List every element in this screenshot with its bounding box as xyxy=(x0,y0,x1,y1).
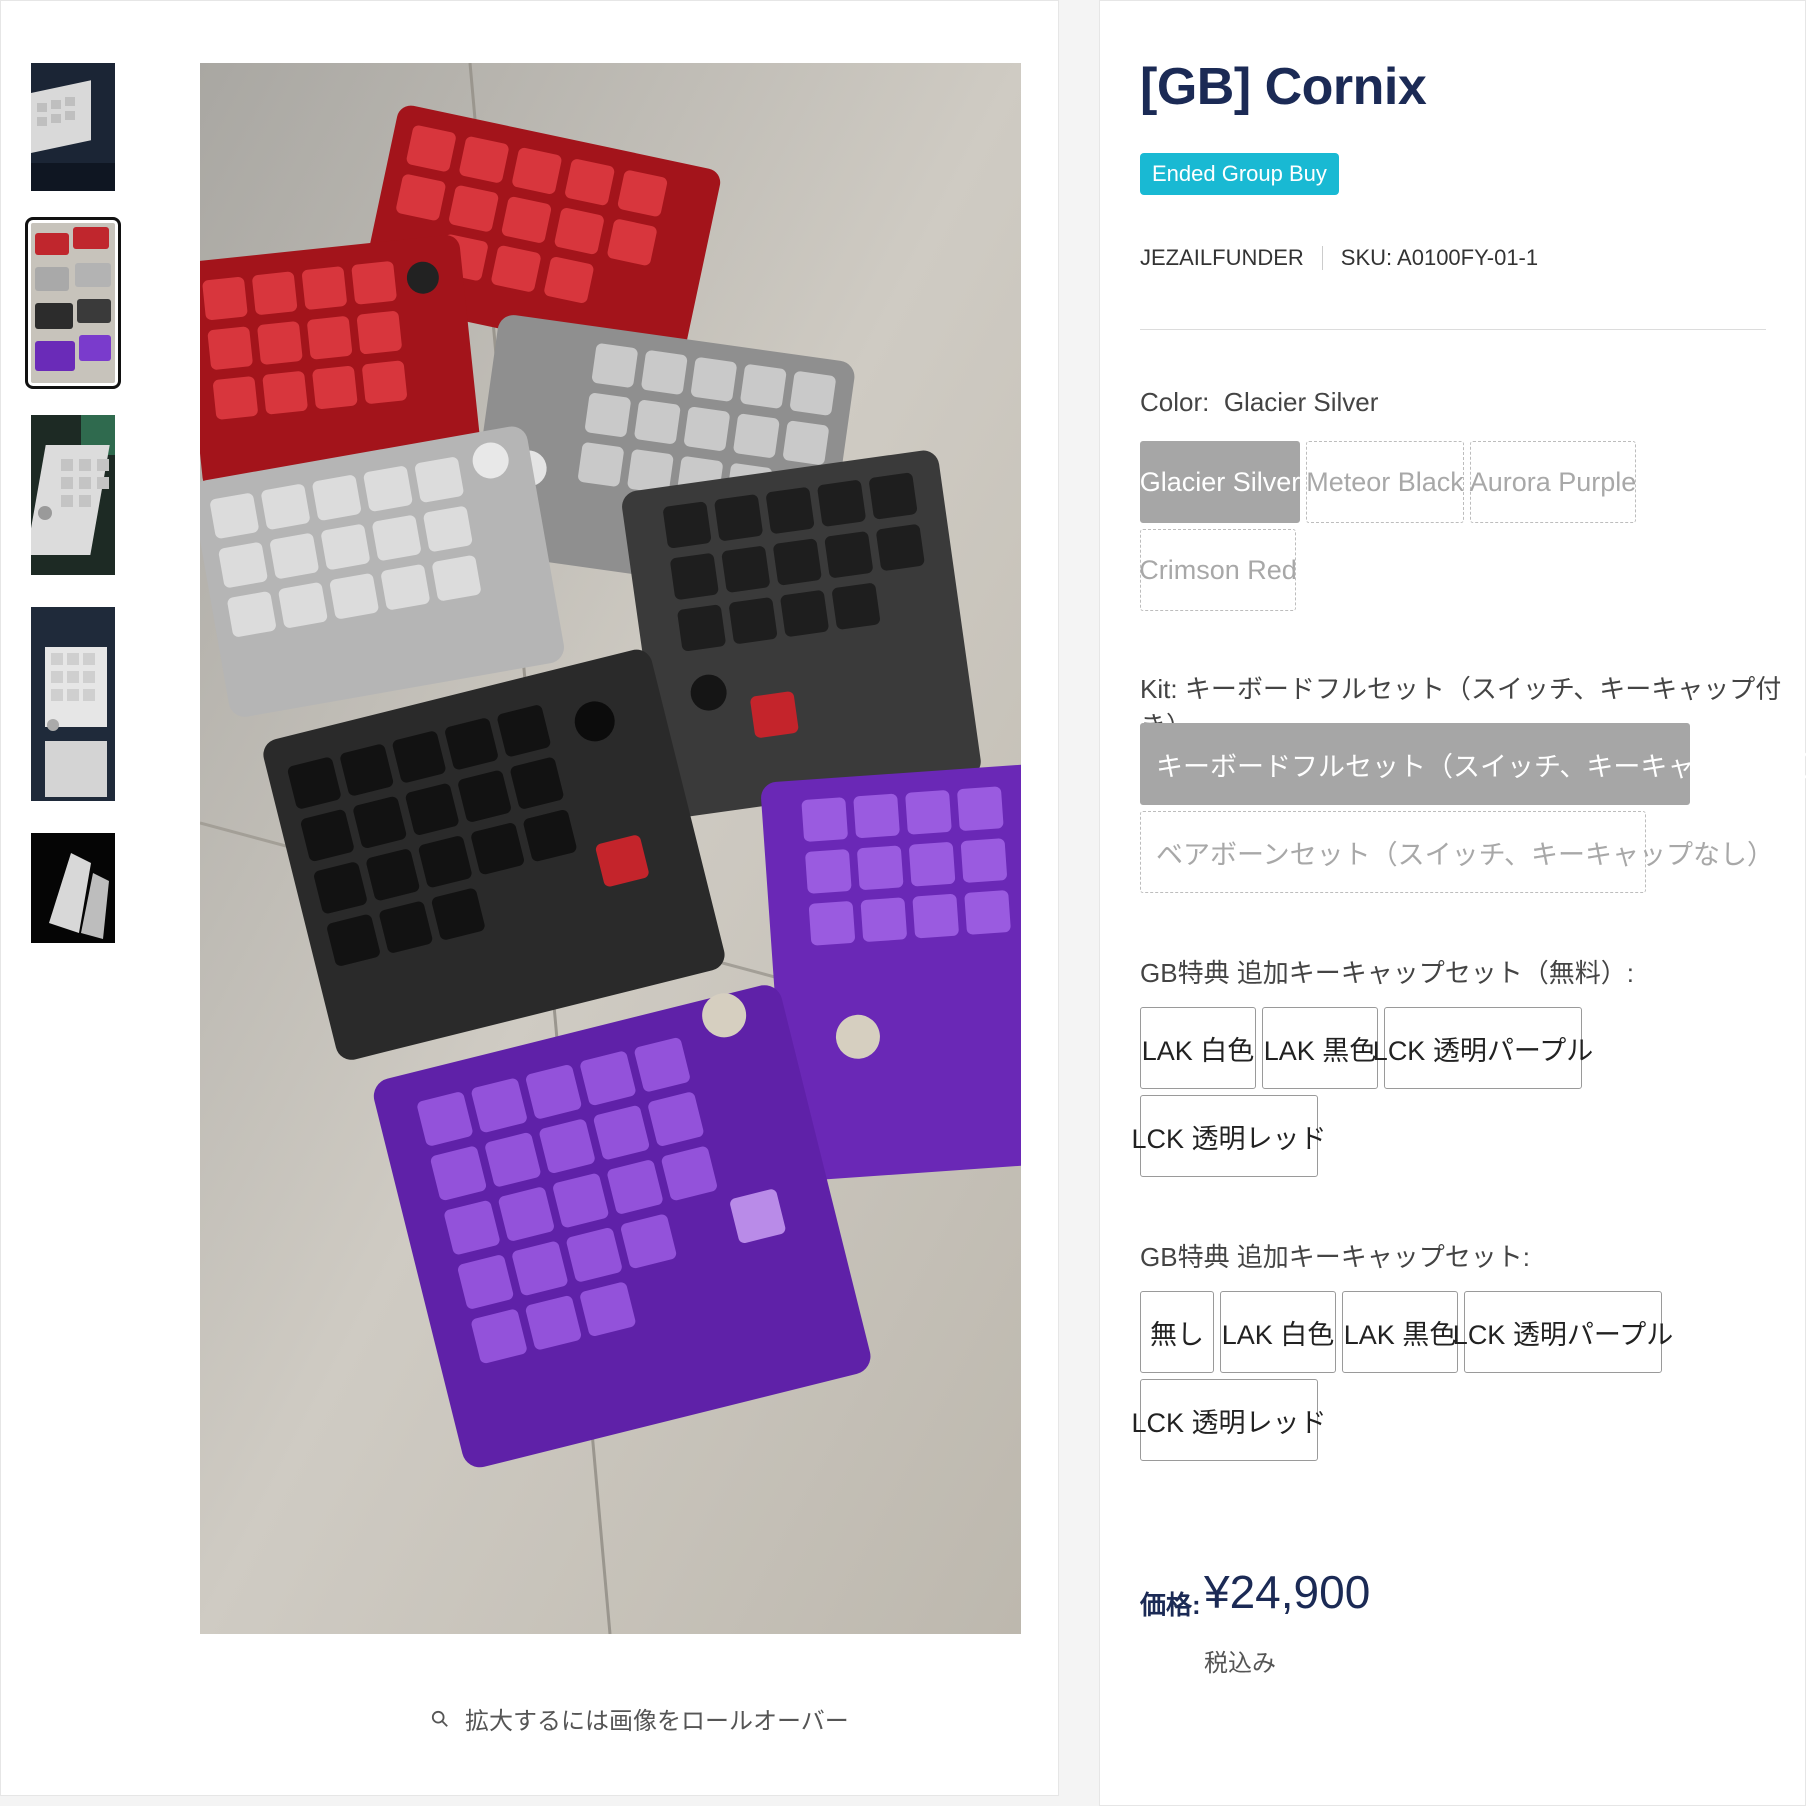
gallery-thumbnail-2[interactable] xyxy=(25,217,121,389)
color-option-meteor-black[interactable]: Meteor Black xyxy=(1306,441,1464,523)
bonus-extra-lak-black[interactable]: LAK 黒色 xyxy=(1342,1291,1458,1373)
bonus-extra-lck-clear-red[interactable]: LCK 透明レッド xyxy=(1131,1379,1327,1461)
search-icon xyxy=(431,1710,448,1727)
gallery-thumbnail-3[interactable] xyxy=(31,415,115,575)
main-product-image[interactable] xyxy=(200,63,1021,1634)
product-gallery: 拡大するには画像をロールオーバー xyxy=(0,0,1059,1796)
kit-option-barebones[interactable]: ベアボーンセット（スイッチ、キーキャップなし） xyxy=(1140,811,1774,893)
bonus-free-lak-white[interactable]: LAK 白色 xyxy=(1140,1007,1256,1089)
bonus-free-option-label: GB特典 追加キーキャップセット（無料）: xyxy=(1140,958,1635,988)
thumbnail-image xyxy=(31,63,115,191)
bonus-free-lck-clear-red[interactable]: LCK 透明レッド xyxy=(1131,1095,1327,1177)
gallery-thumbnail-5[interactable] xyxy=(31,833,115,943)
kit-option-full-set[interactable]: キーボードフルセット（スイッチ、キーキャップ付き） xyxy=(1140,723,1806,805)
color-option-group: Glacier Silver Meteor Black Aurora Purpl… xyxy=(1139,441,1740,611)
tax-note: 税込み xyxy=(1204,1650,1276,1677)
color-option-aurora-purple[interactable]: Aurora Purple xyxy=(1470,441,1636,523)
color-option-label: Color: Glacier Silver xyxy=(1140,387,1379,417)
bonus-extra-option-label: GB特典 追加キーキャップセット: xyxy=(1140,1242,1531,1272)
kit-option-group: キーボードフルセット（スイッチ、キーキャップ付き） ベアボーンセット（スイッチ、… xyxy=(1140,723,1806,893)
bonus-extra-option-group: 無し LAK 白色 LAK 黒色 LCK 透明パープル LCK 透明レッド xyxy=(1131,1291,1740,1461)
keyboards-photo xyxy=(200,63,1021,1634)
color-option-crimson-red[interactable]: Crimson Red xyxy=(1139,529,1297,611)
gallery-thumbnail-1[interactable] xyxy=(31,63,115,191)
vendor-link[interactable]: JEZAILFUNDER xyxy=(1140,245,1304,271)
zoom-hint-text: 拡大するには画像をロールオーバー xyxy=(465,1707,849,1735)
bonus-extra-lck-clear-purple[interactable]: LCK 透明パープル xyxy=(1453,1291,1673,1373)
bonus-extra-none[interactable]: 無し xyxy=(1140,1291,1214,1373)
sku-text: SKU: A0100FY-01-1 xyxy=(1340,245,1539,270)
status-badge: Ended Group Buy xyxy=(1140,153,1339,195)
bonus-extra-lak-white[interactable]: LAK 白色 xyxy=(1220,1291,1336,1373)
price-label: 価格: xyxy=(1140,1590,1201,1620)
section-divider xyxy=(1140,329,1766,330)
thumbnail-image xyxy=(31,223,115,383)
product-meta: JEZAILFUNDER SKU: A0100FY-01-1 xyxy=(1140,245,1538,271)
meta-divider xyxy=(1321,246,1323,270)
bonus-free-lak-black[interactable]: LAK 黒色 xyxy=(1262,1007,1378,1089)
zoom-hint: 拡大するには画像をロールオーバー xyxy=(431,1701,849,1736)
thumbnail-image xyxy=(31,607,115,801)
price-value: ¥24,900 xyxy=(1204,1566,1371,1618)
thumbnail-image xyxy=(31,415,115,575)
product-title: [GB] Cornix xyxy=(1140,58,1427,116)
thumbnail-image xyxy=(31,833,115,943)
color-option-glacier-silver[interactable]: Glacier Silver xyxy=(1140,441,1300,523)
bonus-free-option-group: LAK 白色 LAK 黒色 LCK 透明パープル LCK 透明レッド xyxy=(1131,1007,1740,1177)
product-info: [GB] Cornix Ended Group Buy JEZAILFUNDER… xyxy=(1099,0,1806,1806)
gallery-thumbnail-4[interactable] xyxy=(31,607,115,801)
bonus-free-lck-clear-purple[interactable]: LCK 透明パープル xyxy=(1373,1007,1593,1089)
color-selected-value: Glacier Silver xyxy=(1223,387,1379,417)
